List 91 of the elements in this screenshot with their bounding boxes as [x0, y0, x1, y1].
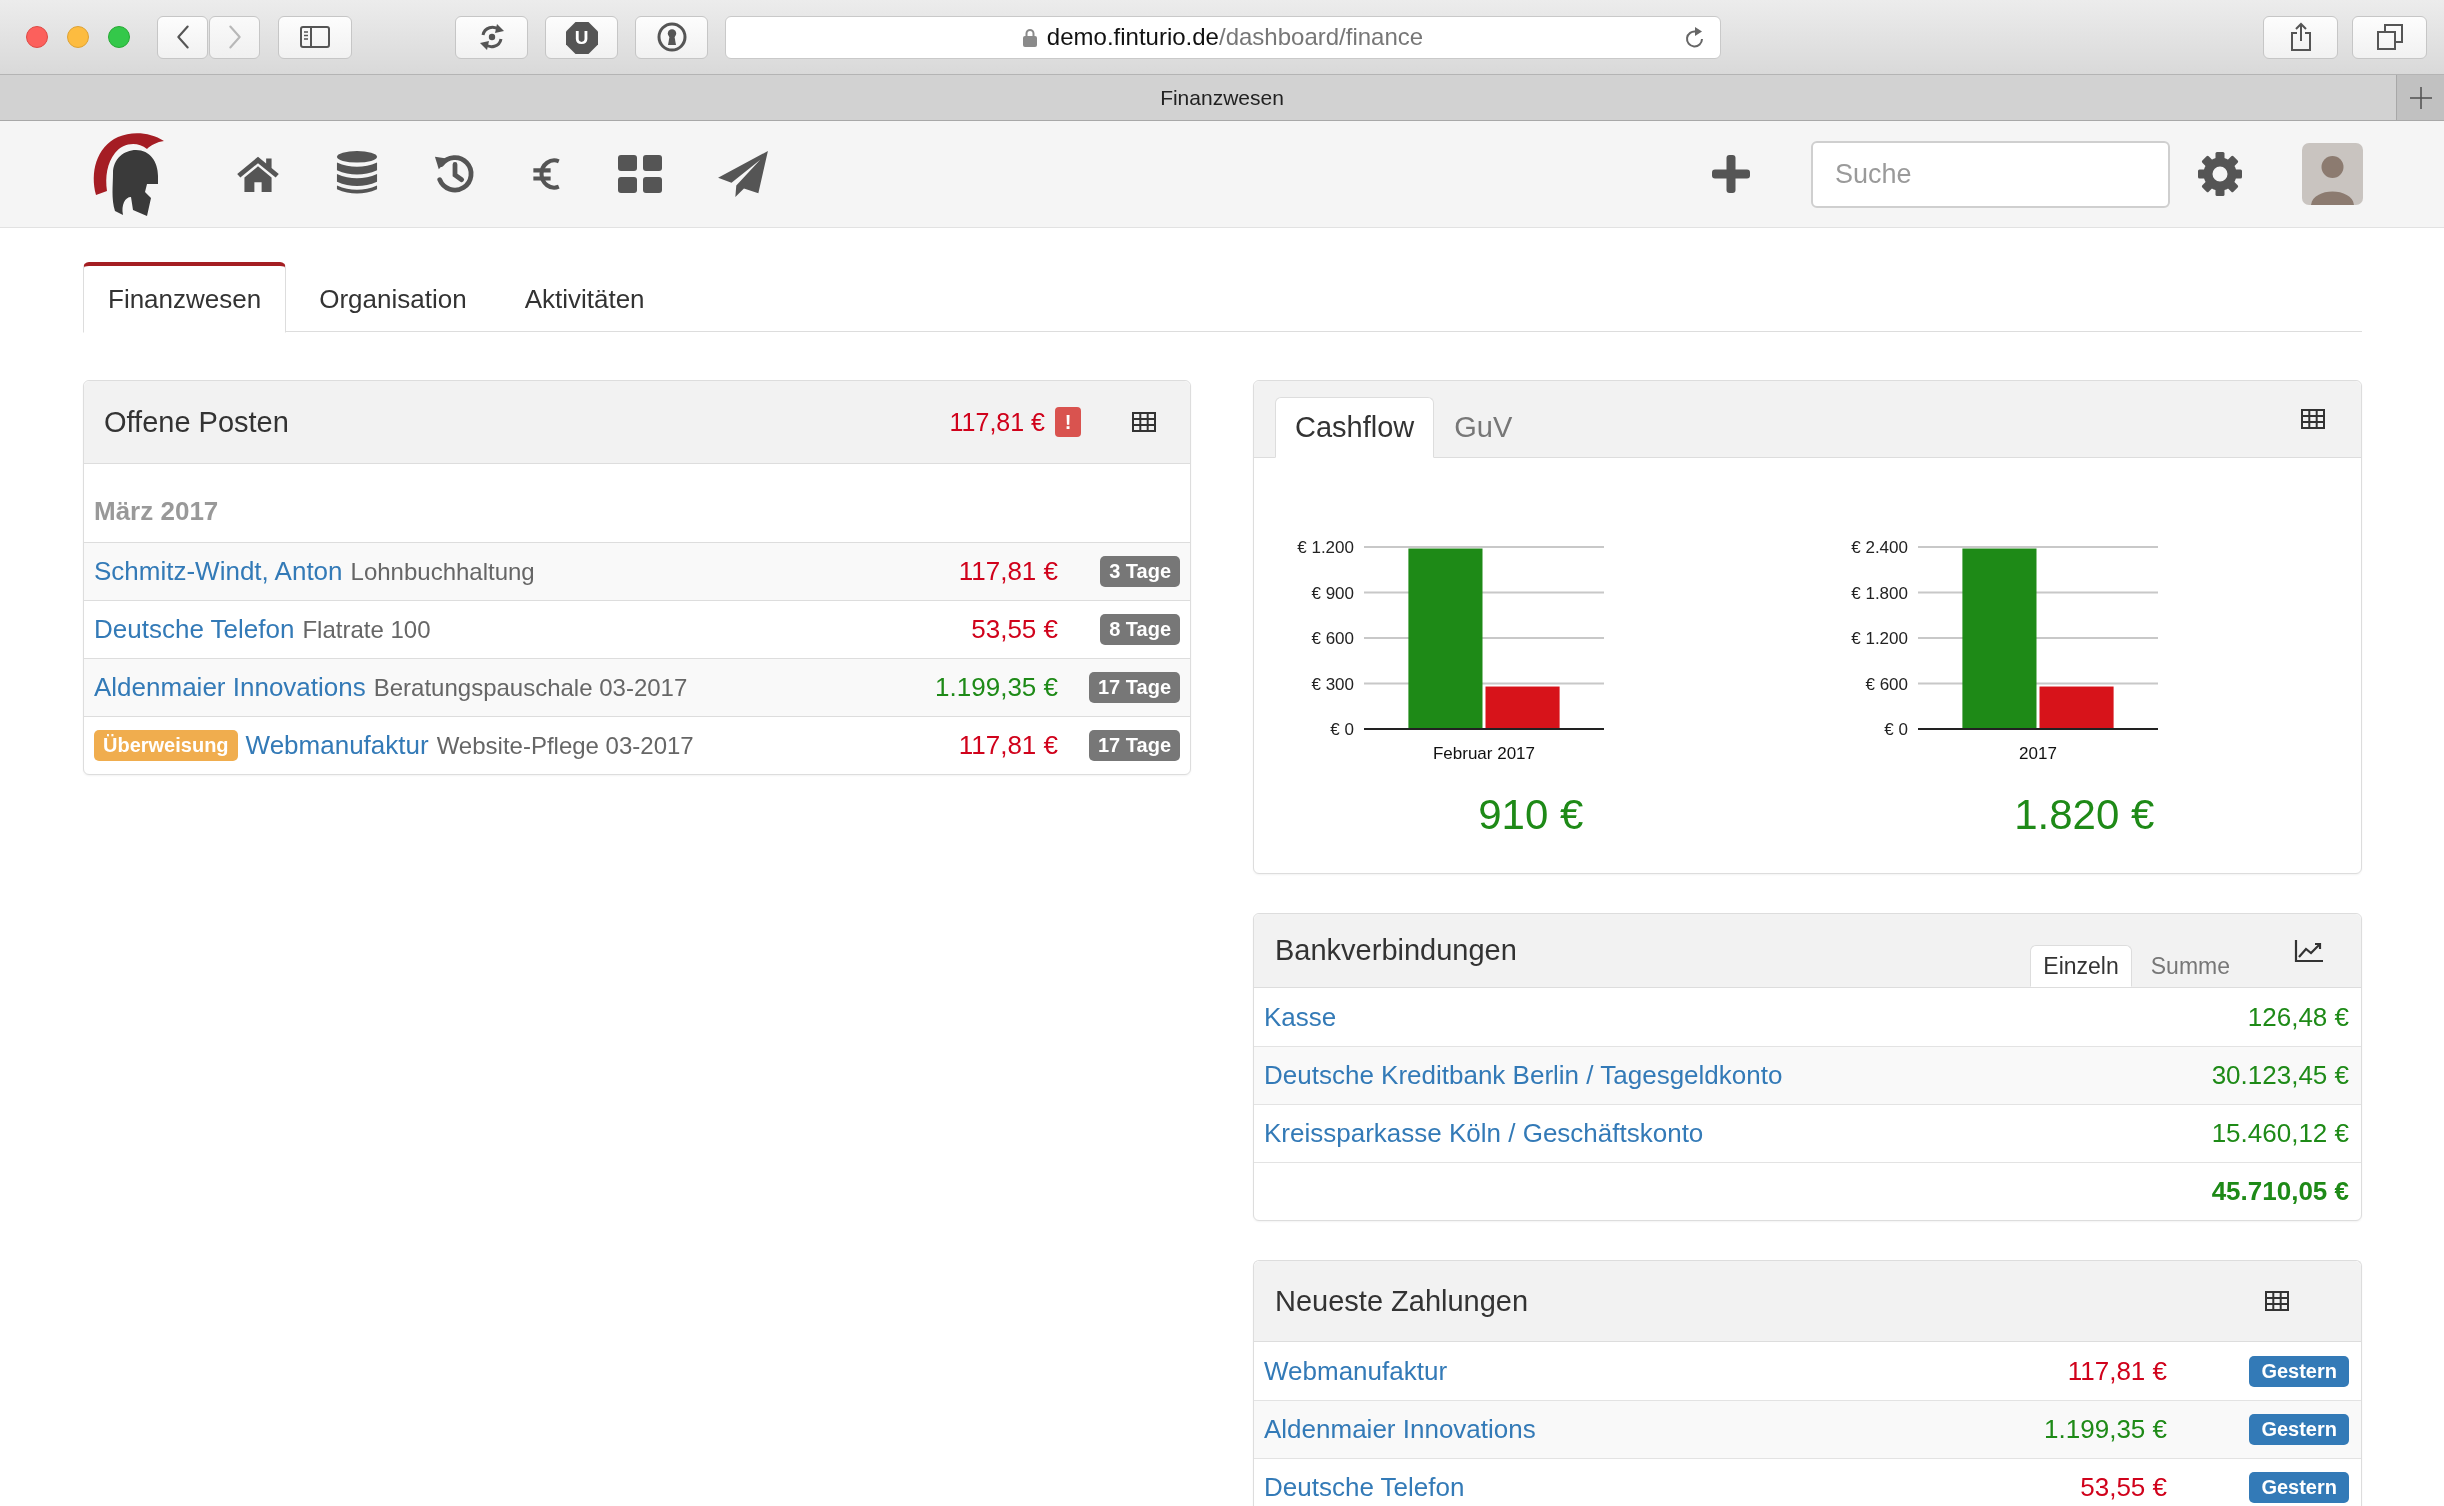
- close-window-button[interactable]: [26, 26, 48, 48]
- x-category-label: 2017: [2018, 744, 2057, 763]
- due-days-badge: 3 Tage: [1100, 556, 1180, 587]
- amount-text: 117,81 €: [2067, 1355, 2167, 1387]
- y-tick-label: € 1.800: [1850, 583, 1908, 603]
- address-field[interactable]: demo.finturio.de/dashboard/finance: [725, 15, 1721, 59]
- transfer-tag: Überweisung: [94, 730, 238, 761]
- description-text: Website-Pflege 03-2017: [436, 731, 694, 760]
- y-tick-label: € 1.200: [1297, 538, 1354, 557]
- alert-badge: !: [1055, 407, 1081, 437]
- y-tick-label: € 600: [1311, 629, 1354, 648]
- history-icon[interactable]: [434, 153, 476, 195]
- amount-text: 1.199,35 €: [935, 672, 1058, 703]
- date-badge: Gestern: [2249, 1472, 2349, 1503]
- home-icon[interactable]: [236, 155, 280, 193]
- amount-text: 117,81 €: [958, 730, 1058, 761]
- line-chart-icon[interactable]: [2294, 938, 2324, 963]
- payee-link[interactable]: Webmanufaktur: [1264, 1355, 2055, 1387]
- total-balance-text: 45.710,05 €: [2211, 1176, 2349, 1207]
- description-text: Flatrate 100: [302, 615, 431, 644]
- payee-link[interactable]: Aldenmaier Innovations: [1264, 1414, 2032, 1445]
- balance-text: 126,48 €: [2247, 1001, 2349, 1033]
- browser-tab-title[interactable]: Finanzwesen: [1160, 85, 1284, 110]
- y-tick-label: € 0: [1883, 720, 1908, 739]
- month-heading: März 2017: [94, 495, 219, 527]
- y-tick-label: € 2.400: [1850, 538, 1908, 557]
- y-tick-label: € 900: [1311, 583, 1354, 603]
- share-icon: [2288, 22, 2313, 52]
- amount-text: 1.199,35 €: [2044, 1414, 2167, 1445]
- payee-link[interactable]: Deutsche Telefon: [1264, 1472, 2068, 1503]
- payee-link[interactable]: Schmitz-Windt, Anton: [94, 556, 343, 587]
- bank-account-link[interactable]: Deutsche Kreditbank Berlin / Tagesgeldkonto: [1264, 1060, 1783, 1091]
- sidebar-button[interactable]: [278, 15, 352, 59]
- lock-icon: [1022, 27, 1037, 47]
- x-category-label: Februar 2017: [1432, 744, 1536, 763]
- y-tick-label: € 0: [1330, 720, 1354, 739]
- bank-account-link[interactable]: Kasse: [1264, 1001, 1337, 1033]
- y-tick-label: € 600: [1864, 674, 1908, 694]
- new-tab-button[interactable]: [2396, 75, 2444, 120]
- date-badge: Gestern: [2249, 1414, 2349, 1445]
- page-tab[interactable]: Finanzwesen: [83, 262, 287, 333]
- y-tick-label: € 300: [1311, 674, 1354, 694]
- payee-link[interactable]: Deutsche Telefon: [94, 614, 295, 645]
- extension-button[interactable]: [455, 15, 528, 59]
- payee-link[interactable]: Webmanufaktur: [245, 730, 429, 761]
- cashflow-result: 910 €: [1478, 790, 1584, 840]
- cashflow-result: 1.820 €: [2014, 790, 2155, 840]
- settings-icon[interactable]: [2198, 152, 2242, 196]
- panel-tab[interactable]: Summe: [2131, 945, 2249, 987]
- table-icon[interactable]: [2301, 409, 2325, 429]
- extension-button[interactable]: U: [545, 15, 618, 59]
- panel-tab[interactable]: Einzeln: [2030, 945, 2132, 987]
- extension-button[interactable]: [635, 15, 708, 59]
- due-days-badge: 17 Tage: [1089, 730, 1180, 761]
- panel-tab[interactable]: GuV: [1434, 396, 1533, 457]
- payee-link[interactable]: Aldenmaier Innovations: [94, 672, 366, 703]
- back-button[interactable]: [157, 15, 208, 59]
- table-icon[interactable]: [2265, 1291, 2289, 1311]
- amount-text: 53,55 €: [971, 614, 1058, 645]
- sidebar-icon: [300, 26, 330, 48]
- due-days-badge: 17 Tage: [1089, 672, 1180, 703]
- total-amount: 117,81 €: [949, 407, 1045, 437]
- date-badge: Gestern: [2249, 1355, 2349, 1387]
- tabs-overview-button[interactable]: [2352, 15, 2427, 59]
- balance-text: 15.460,12 €: [2211, 1118, 2349, 1149]
- description-text: Beratungspauschale 03-2017: [373, 673, 688, 702]
- reload-icon[interactable]: [1684, 25, 1706, 50]
- due-days-badge: 8 Tage: [1100, 614, 1180, 645]
- amount-text: 117,81 €: [958, 556, 1058, 587]
- bank-account-link[interactable]: Kreissparkasse Köln / Geschäftskonto: [1264, 1118, 1704, 1149]
- tabs-icon: [2376, 24, 2403, 50]
- panel-title: Offene Posten: [104, 405, 289, 439]
- grid-icon[interactable]: [618, 155, 662, 193]
- octagon-icon: [566, 21, 598, 54]
- keyhole-icon: [656, 22, 687, 52]
- panel-tab[interactable]: Cashflow: [1275, 397, 1435, 458]
- table-icon[interactable]: [1132, 412, 1156, 432]
- amount-text: 53,55 €: [2080, 1472, 2167, 1503]
- description-text: Lohnbuchhaltung: [350, 557, 535, 586]
- panel-title: Neueste Zahlungen: [1275, 1284, 1529, 1318]
- plus-icon[interactable]: [1712, 155, 1750, 193]
- y-tick-label: € 1.200: [1850, 629, 1908, 648]
- plus-icon: [2409, 86, 2432, 109]
- url-text: demo.finturio.de/dashboard/finance: [1046, 23, 1424, 51]
- balance-text: 30.123,45 €: [2211, 1060, 2349, 1091]
- search-field[interactable]: Suche: [1811, 140, 2170, 208]
- share-button[interactable]: [2263, 15, 2338, 59]
- page-tab[interactable]: Organisation: [294, 262, 492, 333]
- panel-title: Bankverbindungen: [1275, 934, 1517, 967]
- paper-plane-icon[interactable]: [718, 151, 768, 197]
- page-tab[interactable]: Aktivitäten: [499, 262, 670, 333]
